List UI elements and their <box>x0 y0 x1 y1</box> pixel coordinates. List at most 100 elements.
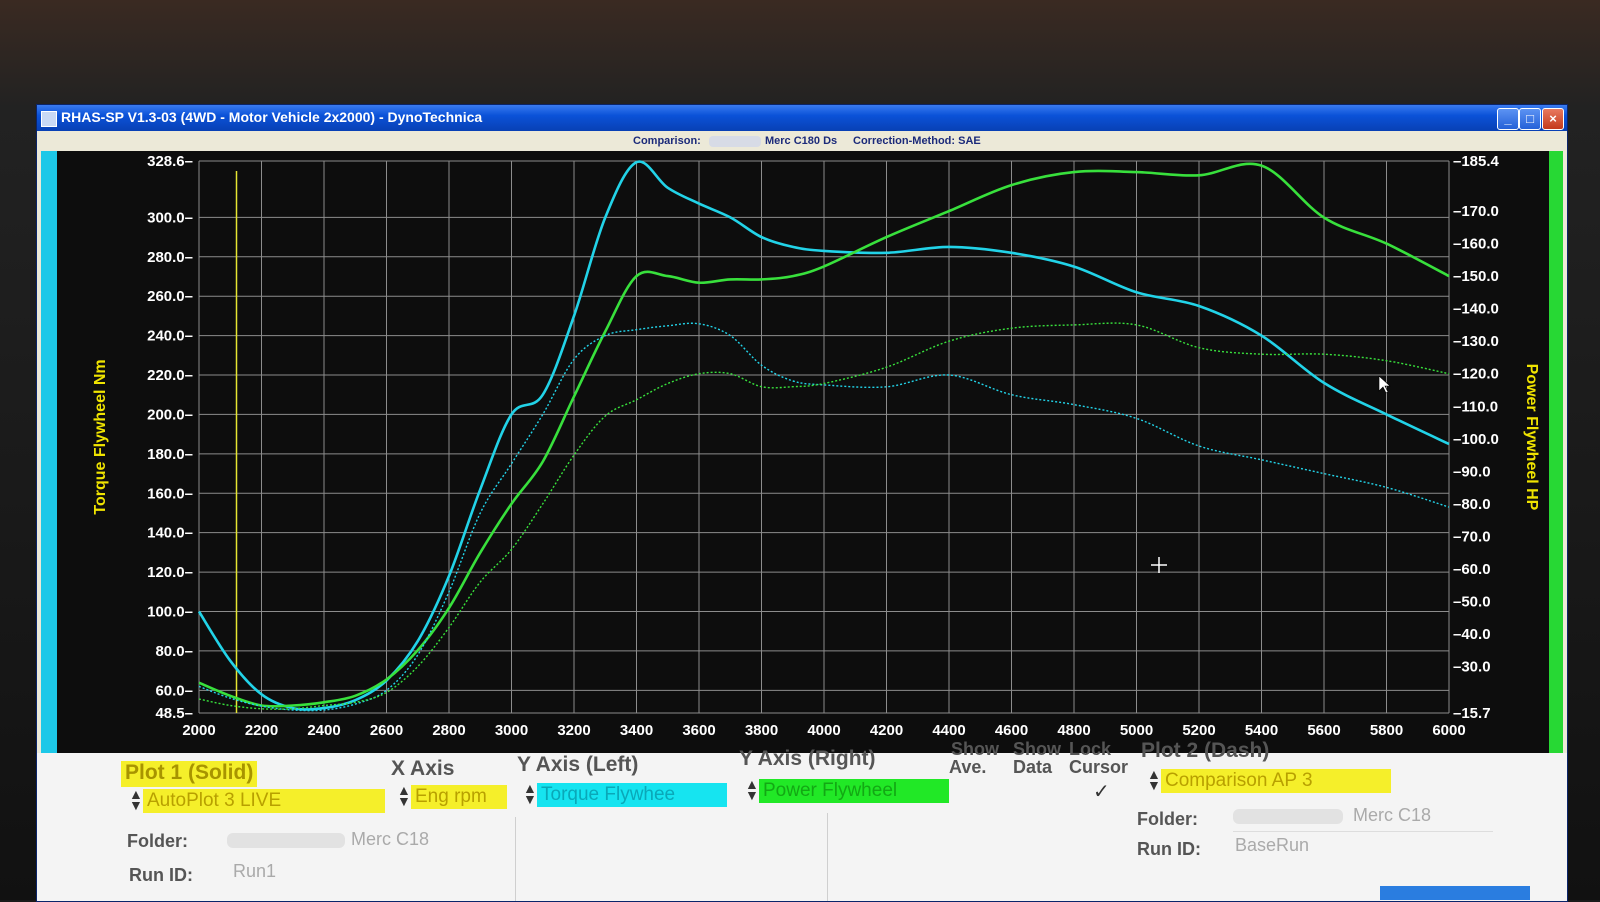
x-tick-label: 2400 <box>307 722 340 739</box>
y-left-axis-title: Torque Flywheel Nm <box>92 359 109 514</box>
y-left-tick-label: 200.0– <box>147 406 193 423</box>
x-tick-label: 5200 <box>1182 722 1215 739</box>
crosshair-icon <box>1151 557 1167 573</box>
y-right-tick-label: –130.0 <box>1453 333 1499 350</box>
power-axis-strip <box>1549 151 1563 753</box>
redacted-field <box>1233 809 1343 824</box>
info-bar: Comparison: Merc C180 Ds Correction-Meth… <box>37 131 1567 151</box>
x-tick-label: 6000 <box>1432 722 1465 739</box>
y-left-tick-label: 328.6– <box>147 153 193 170</box>
control-panel: Plot 1 (Solid) ▲ ▼ AutoPlot 3 LIVE Folder… <box>37 739 1567 901</box>
plot2-source-select[interactable]: Comparison AP 3 <box>1161 769 1391 793</box>
y-right-tick-label: –110.0 <box>1453 398 1498 415</box>
x-tick-label: 5800 <box>1370 722 1403 739</box>
x-tick-label: 2600 <box>370 722 403 739</box>
x-axis-ticks: 2000 2200 2400 2600 2800 3000 3200 3400 3600 3800… <box>182 722 1465 739</box>
plot1-source-select[interactable]: AutoPlot 3 LIVE <box>143 789 385 813</box>
y-right-tick-label: –100.0 <box>1453 431 1499 448</box>
plot1-runid-value[interactable]: Run1 <box>233 861 276 882</box>
y-right-tick-label: –60.0 <box>1453 561 1491 578</box>
plot2-runid-value[interactable]: BaseRun <box>1235 835 1309 856</box>
x-tick-label: 2000 <box>182 722 215 739</box>
title-bar[interactable]: RHAS-SP V1.3-03 (4WD - Motor Vehicle 2x2… <box>37 105 1567 131</box>
x-tick-label: 3800 <box>745 722 778 739</box>
y-right-axis-ticks: –185.4 –170.0 –160.0 –150.0 –140.0 –130.0 –120… <box>1453 153 1500 722</box>
lock-cursor-checkbox[interactable]: ✓ <box>1093 779 1110 804</box>
x-axis-spinner-icon[interactable]: ▲ ▼ <box>397 783 411 808</box>
panel-divider <box>1233 831 1493 832</box>
x-tick-label: 4600 <box>995 722 1028 739</box>
x-tick-label: 3400 <box>620 722 653 739</box>
y-right-tick-label: –120.0 <box>1453 366 1499 383</box>
mouse-pointer-icon <box>1378 375 1391 394</box>
y-right-tick-label: –30.0 <box>1453 658 1491 675</box>
x-tick-label: 2200 <box>245 722 278 739</box>
torque-axis-strip <box>41 151 57 753</box>
y-right-tick-label: –185.4 <box>1453 153 1500 170</box>
x-tick-label: 5000 <box>1120 722 1153 739</box>
y-left-axis-select[interactable]: Torque Flywhee <box>537 783 727 807</box>
y-right-spinner-icon[interactable]: ▲ ▼ <box>745 777 759 802</box>
y-left-tick-label: 260.0– <box>147 288 193 305</box>
y-right-tick-label: –15.7 <box>1453 705 1491 722</box>
plot2-runid-label: Run ID: <box>1137 839 1201 859</box>
y-right-axis-select-title: Y Axis (Right) <box>739 747 876 770</box>
y-left-tick-label: 48.5– <box>155 705 193 722</box>
plot2-folder-value: Merc C18 <box>1353 805 1432 825</box>
panel-divider <box>515 817 516 901</box>
y-right-axis-select[interactable]: Power Flywheel <box>759 779 949 803</box>
y-left-tick-label: 140.0– <box>147 525 193 542</box>
y-left-tick-label: 300.0– <box>147 209 193 226</box>
x-axis-select[interactable]: Eng rpm <box>411 785 507 809</box>
y-left-tick-label: 120.0– <box>147 564 193 581</box>
y-right-tick-label: –40.0 <box>1453 626 1491 643</box>
plot-area[interactable]: 2000 2200 2400 2600 2800 3000 3200 3400 3600 3800… <box>41 151 1563 753</box>
redacted-field <box>709 136 761 147</box>
plot2-title: Plot 2 (Dash) <box>1141 739 1270 762</box>
y-left-axis-select-title: Y Axis (Left) <box>517 753 639 776</box>
plot1-spinner-icon[interactable]: ▲ ▼ <box>129 787 143 812</box>
y-right-tick-label: –80.0 <box>1453 496 1491 513</box>
x-tick-label: 3200 <box>557 722 590 739</box>
x-tick-label: 3600 <box>682 722 715 739</box>
y-left-tick-label: 60.0– <box>155 682 193 699</box>
show-data-label-2: Data <box>1013 757 1053 777</box>
y-right-tick-label: –50.0 <box>1453 593 1491 610</box>
y-left-tick-label: 100.0– <box>147 604 193 621</box>
y-left-tick-label: 160.0– <box>147 485 193 502</box>
plot1-folder-value: Merc C18 <box>351 829 430 849</box>
y-left-tick-label: 240.0– <box>147 328 193 345</box>
close-button[interactable]: × <box>1542 108 1564 130</box>
vehicle-label: Merc C180 Ds <box>765 135 838 147</box>
x-tick-label: 4200 <box>870 722 903 739</box>
dyno-chart[interactable]: 2000 2200 2400 2600 2800 3000 3200 3400 3600 3800… <box>57 151 1549 753</box>
minimize-button[interactable]: _ <box>1497 108 1519 130</box>
x-tick-label: 4000 <box>807 722 840 739</box>
y-right-axis-title: Power Flywheel HP <box>1523 364 1540 511</box>
maximize-button[interactable]: □ <box>1519 108 1541 130</box>
app-window: RHAS-SP V1.3-03 (4WD - Motor Vehicle 2x2… <box>36 104 1568 902</box>
y-left-axis-ticks: 328.6– 300.0– 280.0– 260.0– 240.0– 220.0– 200.… <box>147 153 193 722</box>
y-left-tick-label: 80.0– <box>155 643 193 660</box>
y-left-tick-label: 220.0– <box>147 367 193 384</box>
y-right-tick-label: –70.0 <box>1453 528 1491 545</box>
x-tick-label: 2800 <box>432 722 465 739</box>
x-tick-label: 4800 <box>1057 722 1090 739</box>
chart-grid <box>198 160 1450 714</box>
y-left-tick-label: 180.0– <box>147 446 193 463</box>
y-left-spinner-icon[interactable]: ▲ ▼ <box>523 781 537 806</box>
x-axis-title: X Axis <box>391 757 455 780</box>
plot2-spinner-icon[interactable]: ▲ ▼ <box>1147 767 1161 792</box>
correction-label: Correction-Method: SAE <box>853 135 981 147</box>
x-tick-label: 4400 <box>932 722 965 739</box>
y-right-tick-label: –170.0 <box>1453 203 1499 220</box>
show-ave-label-2: Ave. <box>949 757 987 777</box>
y-left-tick-label: 280.0– <box>147 249 193 266</box>
plot2-folder-label: Folder: <box>1137 809 1198 829</box>
monitor-bezel: RHAS-SP V1.3-03 (4WD - Motor Vehicle 2x2… <box>0 0 1600 902</box>
y-right-tick-label: –90.0 <box>1453 463 1491 480</box>
window-title: RHAS-SP V1.3-03 (4WD - Motor Vehicle 2x2… <box>61 109 483 125</box>
panel-divider <box>827 813 828 901</box>
plot1-folder-label: Folder: <box>127 831 188 851</box>
app-icon <box>41 111 57 127</box>
